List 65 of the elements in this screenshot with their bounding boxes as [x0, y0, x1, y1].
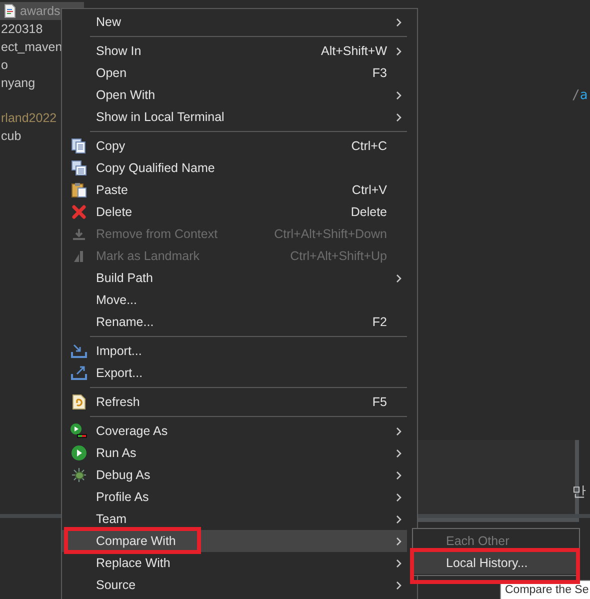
- menu-item[interactable]: Import...: [62, 340, 407, 362]
- shortcut-text: F5: [372, 395, 387, 409]
- chevron-icon: [396, 514, 402, 524]
- chevron-icon: [396, 558, 402, 568]
- play-icon: [70, 423, 88, 439]
- file-icon: [4, 4, 16, 18]
- bug-icon: [71, 467, 87, 483]
- menu-item[interactable]: Open With: [62, 84, 407, 106]
- chevron-icon: [396, 536, 402, 546]
- menu-item[interactable]: Delete Delete: [62, 201, 407, 223]
- refresh-icon: [71, 394, 87, 410]
- export-icon: [71, 365, 87, 381]
- menu-item[interactable]: Paste Ctrl+V: [62, 179, 407, 201]
- menu-item[interactable]: Build Path: [62, 267, 407, 289]
- tree-item[interactable]: nyang: [1, 76, 36, 90]
- tree-item[interactable]: rland2022: [1, 111, 57, 125]
- menu-item[interactable]: Local History...: [413, 552, 579, 574]
- menu-item[interactable]: Refresh F5: [62, 391, 407, 413]
- chevron-icon: [396, 426, 402, 436]
- menu-item[interactable]: Open F3: [62, 62, 407, 84]
- shortcut-text: Delete: [350, 205, 387, 219]
- shortcut-text: Ctrl+C: [351, 139, 387, 153]
- chevron-icon: [396, 492, 402, 502]
- menu-item[interactable]: Replace With: [62, 552, 407, 574]
- chevron-icon: [396, 90, 402, 100]
- menu-item[interactable]: Export...: [62, 362, 407, 384]
- menu-item[interactable]: Profile As: [62, 486, 407, 508]
- menu-item[interactable]: Show In Alt+Shift+W: [62, 40, 407, 62]
- tree-item[interactable]: cub: [1, 129, 22, 143]
- body-text: 만: [572, 483, 586, 501]
- clipboard-icon: [71, 182, 87, 198]
- shortcut-text: F2: [372, 315, 387, 329]
- menu-item[interactable]: Rename... F2: [62, 311, 407, 333]
- chevron-icon: [396, 18, 402, 26]
- menu-item[interactable]: Team: [62, 508, 407, 530]
- shortcut-text: Ctrl+Alt+Shift+Up: [290, 249, 387, 263]
- import-icon: [71, 343, 87, 359]
- menu-item[interactable]: Copy Qualified Name: [62, 157, 407, 179]
- arrow-down-icon: [71, 226, 87, 242]
- menu-item[interactable]: Source: [62, 574, 407, 596]
- chevron-icon: [396, 274, 402, 282]
- menu-item[interactable]: Coverage As: [62, 420, 407, 442]
- menu-item[interactable]: Move...: [62, 289, 407, 311]
- chevron-icon: [396, 470, 402, 480]
- menu-item[interactable]: Show in Local Terminal: [62, 106, 407, 128]
- menu-item[interactable]: Compare With: [62, 530, 407, 552]
- play-icon: [71, 445, 87, 461]
- tree-item[interactable]: ect_maven: [1, 40, 62, 54]
- chevron-icon: [396, 448, 402, 458]
- tree-item[interactable]: 220318: [1, 22, 43, 36]
- code-text: /a: [572, 88, 588, 103]
- menu-item[interactable]: Debug As: [62, 464, 407, 486]
- menu-item[interactable]: Run As: [62, 442, 407, 464]
- cross-icon: [71, 204, 87, 220]
- documents-icon: [71, 138, 87, 154]
- shortcut-text: Ctrl+Alt+Shift+Down: [274, 227, 387, 241]
- tree-item[interactable]: o: [1, 58, 8, 72]
- chevron-icon: [396, 46, 402, 56]
- shortcut-text: Ctrl+V: [352, 183, 387, 197]
- chevron-icon: [396, 112, 402, 122]
- chevron-icon: [396, 580, 402, 590]
- menu-item[interactable]: Copy Ctrl+C: [62, 135, 407, 157]
- shortcut-text: F3: [372, 66, 387, 80]
- shortcut-text: Alt+Shift+W: [321, 44, 387, 58]
- documents-icon: [71, 160, 87, 176]
